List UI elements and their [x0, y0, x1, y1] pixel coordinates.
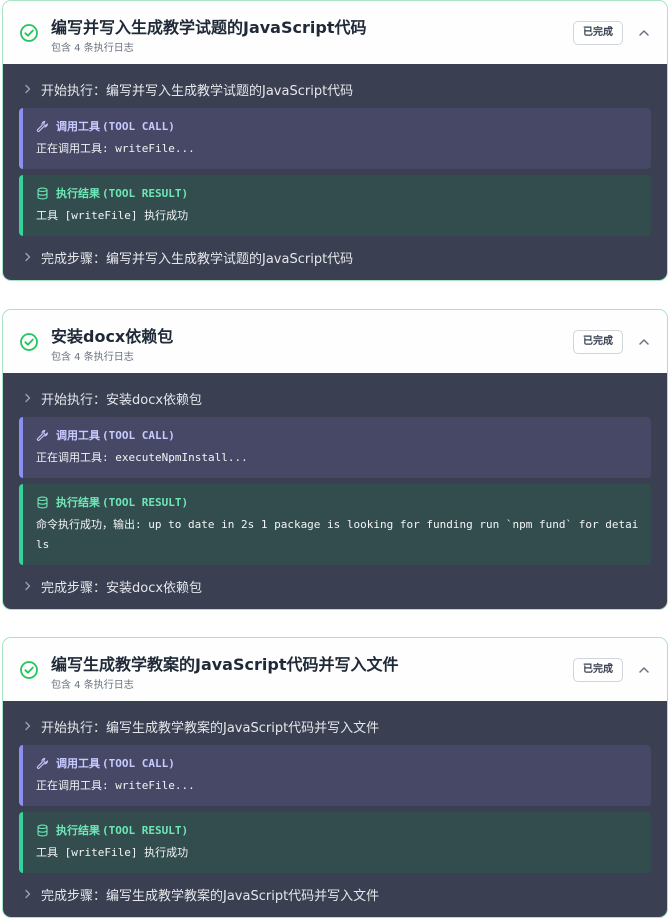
- log-item-start[interactable]: 开始执行：安装docx依赖包: [19, 383, 651, 413]
- status-badge: 已完成: [573, 658, 623, 682]
- step-header[interactable]: 编写生成教学教案的JavaScript代码并写入文件 包含 4 条执行日志 已完…: [3, 638, 667, 701]
- wrench-icon: [36, 120, 48, 132]
- tool-call-label: 调用工具: [56, 757, 100, 770]
- check-circle-icon: [20, 661, 38, 679]
- step-header[interactable]: 安装docx依赖包 包含 4 条执行日志 已完成: [3, 310, 667, 373]
- tool-result-block: 执行结果 (TOOL RESULT) 工具 [writeFile] 执行成功: [19, 812, 651, 873]
- chevron-up-icon[interactable]: [633, 331, 655, 353]
- step-log-panel: 开始执行：安装docx依赖包 调用工具 (TOOL CALL) 正在调用工具: …: [3, 373, 667, 609]
- log-item-end[interactable]: 完成步骤：编写生成教学教案的JavaScript代码并写入文件: [19, 879, 651, 909]
- step-header[interactable]: 编写并写入生成教学试题的JavaScript代码 包含 4 条执行日志 已完成: [3, 1, 667, 64]
- chevron-right-icon: [25, 721, 31, 731]
- log-item-start[interactable]: 开始执行：编写生成教学教案的JavaScript代码并写入文件: [19, 711, 651, 741]
- step-card: 编写生成教学教案的JavaScript代码并写入文件 包含 4 条执行日志 已完…: [2, 637, 668, 918]
- tool-call-block: 调用工具 (TOOL CALL) 正在调用工具: writeFile...: [19, 108, 651, 169]
- log-text: 开始执行：编写并写入生成教学试题的JavaScript代码: [41, 83, 354, 99]
- log-text: 开始执行：编写生成教学教案的JavaScript代码并写入文件: [41, 720, 380, 736]
- log-text: 完成步骤：安装docx依赖包: [41, 580, 203, 596]
- step-title: 安装docx依赖包: [51, 327, 174, 346]
- tool-call-label: 调用工具: [56, 429, 100, 442]
- tool-result-tag: (TOOL RESULT): [102, 495, 189, 509]
- database-icon: [37, 187, 48, 199]
- tool-call-label: 调用工具: [56, 120, 100, 133]
- chevron-up-icon[interactable]: [633, 22, 655, 44]
- tool-result-block: 执行结果 (TOOL RESULT) 工具 [writeFile] 执行成功: [19, 175, 651, 236]
- chevron-right-icon: [25, 393, 31, 403]
- tool-result-tag: (TOOL RESULT): [102, 823, 189, 837]
- check-circle-icon: [20, 24, 38, 42]
- tool-result-label: 执行结果: [56, 496, 100, 509]
- tool-result-text: 命令执行成功，输出: up to date in 2s 1 package is…: [36, 518, 639, 551]
- log-text: 完成步骤：编写并写入生成教学试题的JavaScript代码: [41, 251, 354, 267]
- step-card: 编写并写入生成教学试题的JavaScript代码 包含 4 条执行日志 已完成 …: [2, 0, 668, 281]
- check-circle-icon: [20, 333, 38, 351]
- tool-call-block: 调用工具 (TOOL CALL) 正在调用工具: writeFile...: [19, 745, 651, 806]
- log-text: 完成步骤：编写生成教学教案的JavaScript代码并写入文件: [41, 888, 380, 904]
- chevron-right-icon: [25, 84, 31, 94]
- log-item-end[interactable]: 完成步骤：编写并写入生成教学试题的JavaScript代码: [19, 242, 651, 272]
- tool-result-tag: (TOOL RESULT): [102, 186, 189, 200]
- chevron-right-icon: [25, 252, 31, 262]
- tool-result-block: 执行结果 (TOOL RESULT) 命令执行成功，输出: up to date…: [19, 484, 651, 565]
- log-item-end[interactable]: 完成步骤：安装docx依赖包: [19, 571, 651, 601]
- chevron-up-icon[interactable]: [633, 659, 655, 681]
- tool-call-block: 调用工具 (TOOL CALL) 正在调用工具: executeNpmInsta…: [19, 417, 651, 478]
- status-badge: 已完成: [573, 21, 623, 45]
- tool-call-text: 正在调用工具: writeFile...: [36, 142, 195, 155]
- wrench-icon: [36, 429, 48, 441]
- step-log-panel: 开始执行：编写并写入生成教学试题的JavaScript代码 调用工具 (TOOL…: [3, 64, 667, 280]
- tool-result-text: 工具 [writeFile] 执行成功: [36, 846, 189, 859]
- log-item-start[interactable]: 开始执行：编写并写入生成教学试题的JavaScript代码: [19, 74, 651, 104]
- chevron-right-icon: [25, 581, 31, 591]
- status-badge: 已完成: [573, 330, 623, 354]
- step-card: 安装docx依赖包 包含 4 条执行日志 已完成 开始执行：安装docx依赖包 …: [2, 309, 668, 610]
- tool-call-tag: (TOOL CALL): [102, 428, 175, 442]
- tool-call-tag: (TOOL CALL): [102, 756, 175, 770]
- step-log-count: 包含 4 条执行日志: [51, 680, 134, 691]
- step-title: 编写并写入生成教学试题的JavaScript代码: [51, 18, 367, 37]
- tool-call-text: 正在调用工具: writeFile...: [36, 779, 195, 792]
- step-log-count: 包含 4 条执行日志: [51, 43, 134, 54]
- log-text: 开始执行：安装docx依赖包: [41, 392, 203, 408]
- wrench-icon: [36, 757, 48, 769]
- database-icon: [37, 496, 48, 508]
- tool-result-label: 执行结果: [56, 824, 100, 837]
- step-log-count: 包含 4 条执行日志: [51, 352, 134, 363]
- tool-call-text: 正在调用工具: executeNpmInstall...: [36, 451, 248, 464]
- tool-result-text: 工具 [writeFile] 执行成功: [36, 209, 189, 222]
- tool-result-label: 执行结果: [56, 187, 100, 200]
- chevron-right-icon: [25, 889, 31, 899]
- database-icon: [37, 824, 48, 836]
- step-log-panel: 开始执行：编写生成教学教案的JavaScript代码并写入文件 调用工具 (TO…: [3, 701, 667, 917]
- tool-call-tag: (TOOL CALL): [102, 119, 175, 133]
- step-title: 编写生成教学教案的JavaScript代码并写入文件: [51, 655, 399, 674]
